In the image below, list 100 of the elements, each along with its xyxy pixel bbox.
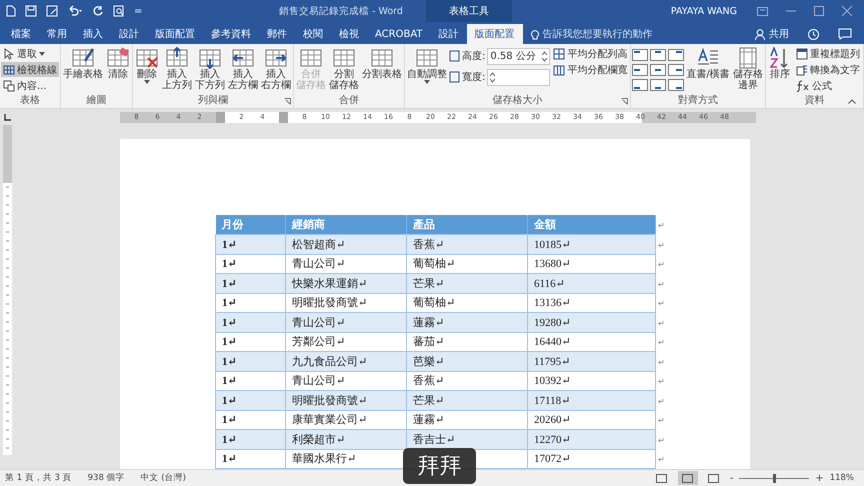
ribbon-tab[interactable]: 版面配置 <box>147 24 203 44</box>
table-cell: 芭樂↵ <box>413 356 444 368</box>
split-cells-icon <box>332 47 356 69</box>
ribbon-tab[interactable]: 校閱 <box>295 24 331 44</box>
align-cell-icon[interactable] <box>650 64 666 76</box>
align-cell-icon[interactable] <box>668 64 684 76</box>
table-cell: 松智超商↵ <box>292 238 346 251</box>
ribbon-button[interactable]: 插入 下方列 <box>194 46 226 92</box>
customize-toolbar-button[interactable]: = <box>134 6 142 16</box>
ribbon-display-icon[interactable] <box>757 6 768 16</box>
context-title: 表格工具 <box>449 4 489 18</box>
close-icon[interactable] <box>842 6 852 16</box>
column-header: 金額 <box>528 215 656 234</box>
ribbon-button[interactable]: 清除 <box>105 46 131 81</box>
align-cell-icon[interactable] <box>632 49 648 61</box>
spinner-icon[interactable] <box>490 72 496 82</box>
gridlines-icon <box>3 64 15 76</box>
collapse-ribbon-icon[interactable] <box>848 99 856 104</box>
table-cell: 20260↵ <box>534 414 571 426</box>
ribbon-tab[interactable]: 郵件 <box>259 24 295 44</box>
slider-thumb[interactable] <box>773 474 776 482</box>
ribbon-tab[interactable]: 檔案 <box>3 24 39 44</box>
field-label: 高度: <box>462 50 486 63</box>
table-cell: 19280↵ <box>534 316 571 329</box>
number-field[interactable] <box>487 68 550 86</box>
ribbon-button[interactable]: 插入 左方欄 <box>227 46 259 92</box>
align-cell-icon[interactable] <box>668 49 684 61</box>
ribbon-button[interactable]: 重複標題列 <box>794 46 862 61</box>
ribbon-tab[interactable]: 參考資料 <box>203 24 259 44</box>
indent-marker-icon[interactable] <box>279 112 288 122</box>
align-cell-icon[interactable] <box>650 49 666 61</box>
ribbon-button[interactable]: 公式 <box>794 78 862 93</box>
maximize-icon[interactable] <box>814 6 824 16</box>
number-field[interactable]: 0.58 公分 <box>487 48 550 64</box>
ribbon-tab[interactable]: 常用 <box>39 24 75 44</box>
repeat-header-icon <box>796 48 808 60</box>
ribbon-tab[interactable]: 檢視 <box>331 24 367 44</box>
ribbon-button[interactable]: 內容... <box>1 78 59 93</box>
zoom-out-button[interactable]: - <box>730 472 734 484</box>
ribbon-tab[interactable]: 設計 <box>111 24 147 44</box>
minimize-icon[interactable] <box>786 10 796 12</box>
split-table-icon <box>370 47 394 69</box>
ribbon-tab[interactable]: 設計 <box>430 24 466 44</box>
table-cell: 葡萄柚↵ <box>413 258 456 270</box>
print-preview-icon[interactable] <box>113 5 125 17</box>
user-name[interactable]: PAYAYA WANG <box>670 6 737 16</box>
word-count[interactable]: 938 個字 <box>88 472 125 484</box>
ribbon-button[interactable]: 選取 <box>1 46 59 61</box>
paragraph-mark: ↵ <box>658 280 665 289</box>
dialog-launcher-icon[interactable] <box>284 98 291 105</box>
merge-cells-icon <box>299 47 323 69</box>
align-cell-icon[interactable] <box>632 64 648 76</box>
ribbon-tab[interactable]: 插入 <box>75 24 111 44</box>
ribbon-button[interactable]: 插入 上方列 <box>161 46 193 92</box>
ribbon-tab[interactable]: 版面配置 <box>466 24 522 44</box>
zoom-in-button[interactable]: + <box>815 472 824 484</box>
ribbon-button[interactable]: 分割表格 <box>361 46 403 81</box>
ribbon-button[interactable]: 儲存格 邊界 <box>732 46 764 92</box>
tell-me-field[interactable]: 告訴我您想要執行的動作 <box>542 27 652 41</box>
ribbon-button[interactable]: 刪除 <box>134 46 160 85</box>
page-icon <box>708 474 720 482</box>
paragraph-mark: ↵ <box>658 436 665 445</box>
redo-icon[interactable] <box>92 5 104 17</box>
print-layout-button[interactable] <box>678 471 698 485</box>
ribbon-button[interactable]: 插入 右方欄 <box>260 46 292 92</box>
insert-row-above-icon <box>165 47 189 69</box>
group-label: 繪圖 <box>86 95 106 108</box>
ribbon-button[interactable]: 平均分配欄寬 <box>551 62 630 77</box>
comment-icon[interactable] <box>838 28 852 40</box>
column-width-icon <box>449 71 460 83</box>
group-label: 列與欄 <box>198 95 228 108</box>
dialog-launcher-icon[interactable] <box>621 98 628 105</box>
ribbon-button[interactable]: 手繪表格 <box>62 46 104 81</box>
table-cell: 芒果↵ <box>413 394 444 407</box>
align-cell-icon[interactable] <box>668 79 684 91</box>
history-icon[interactable] <box>807 28 820 40</box>
ribbon-button[interactable]: 轉換為文字 <box>794 62 862 77</box>
zoom-level[interactable]: 118% <box>830 473 854 483</box>
tab-selector-icon[interactable] <box>4 114 10 120</box>
ribbon-button[interactable]: 分割 儲存格 <box>328 46 360 92</box>
ribbon-button[interactable]: 自動調整 <box>406 46 448 85</box>
ribbon-tab[interactable]: ACROBAT <box>367 24 430 44</box>
align-cell-icon[interactable] <box>650 79 666 91</box>
save-icon[interactable] <box>25 5 37 17</box>
ribbon-button[interactable]: 排序 <box>766 46 793 81</box>
ribbon-button[interactable]: 平均分配列高 <box>551 46 630 61</box>
ribbon-button[interactable]: 檢視格線 <box>1 62 59 77</box>
align-cell-icon[interactable] <box>632 79 648 91</box>
undo-icon[interactable] <box>67 5 83 17</box>
language[interactable]: 中文 (台灣) <box>140 472 186 484</box>
share-button[interactable]: 共用 <box>755 27 789 41</box>
table-cell: 10185↵ <box>534 238 571 251</box>
page-count[interactable]: 第 1 頁，共 3 頁 <box>5 472 72 484</box>
spinner-icon[interactable] <box>542 50 548 62</box>
ribbon-button[interactable]: 直書/橫書 <box>685 46 731 81</box>
table-cell: 1↵ <box>222 297 237 310</box>
distribute-rows-icon <box>553 48 566 60</box>
save-as-icon[interactable] <box>46 5 58 17</box>
new-document-icon[interactable] <box>6 5 16 17</box>
indent-marker-icon[interactable] <box>216 112 225 122</box>
